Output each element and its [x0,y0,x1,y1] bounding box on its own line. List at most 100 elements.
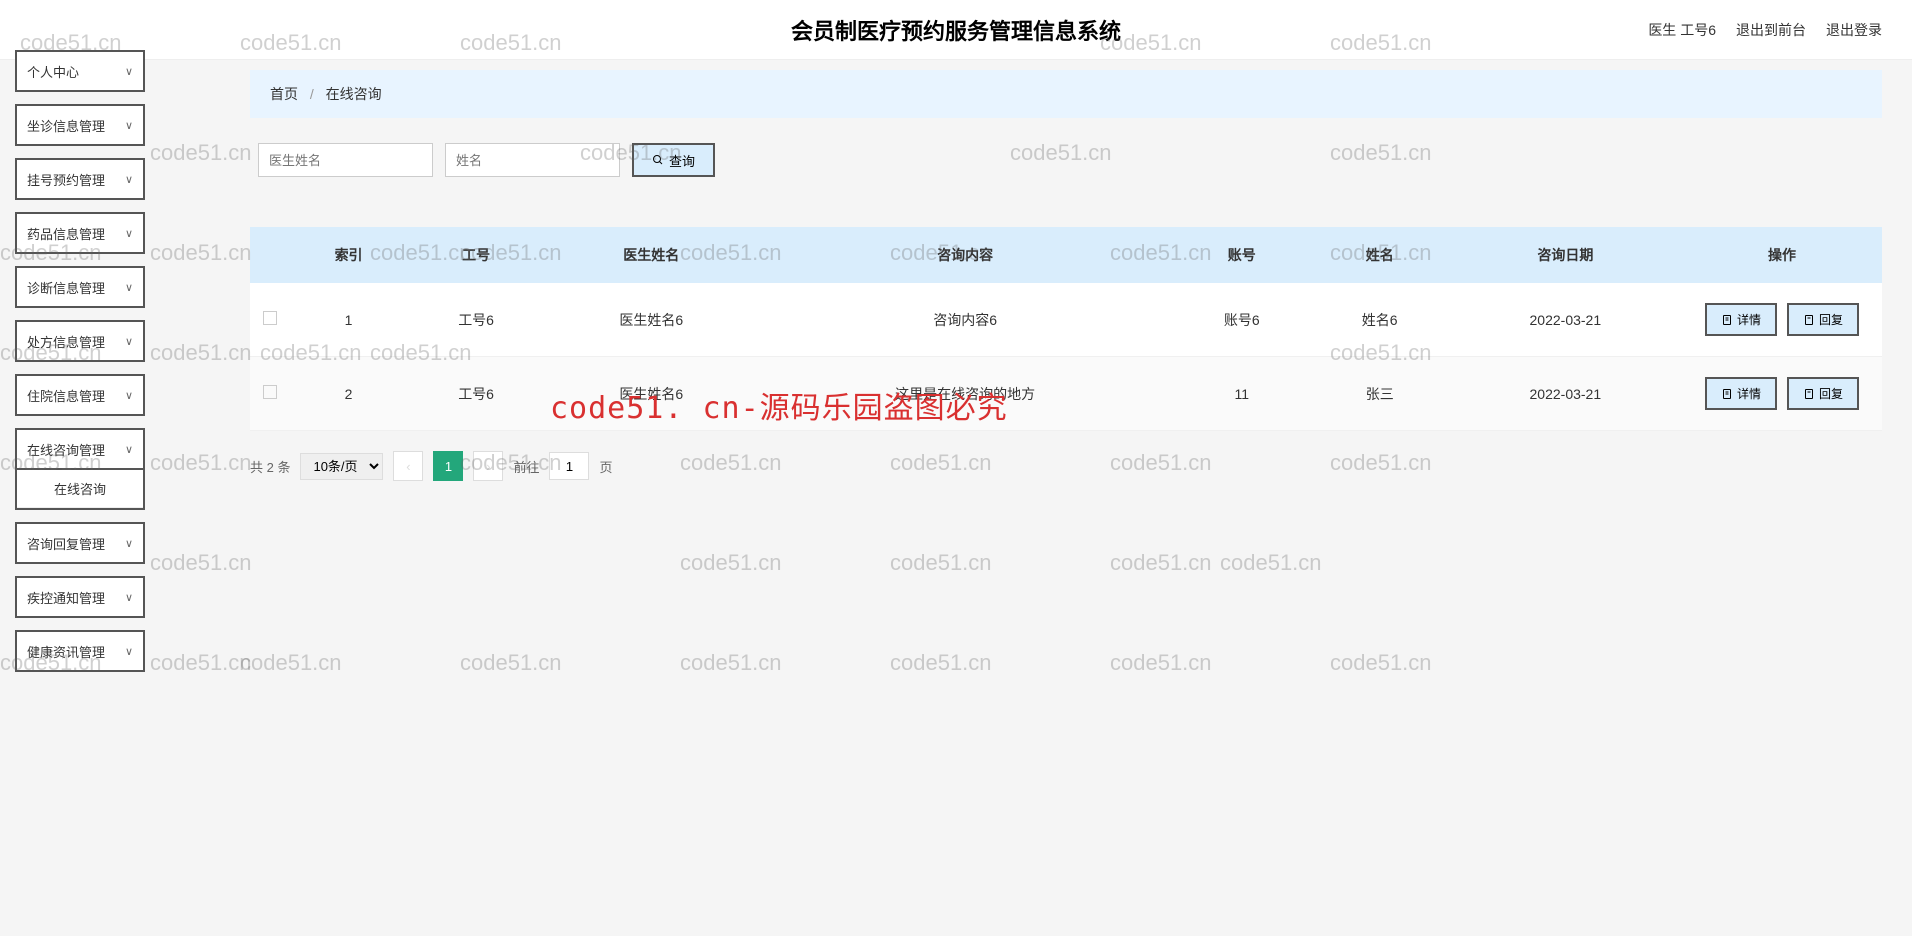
th-dname[interactable]: 医生姓名 [545,227,757,283]
filter-doctor-name[interactable] [258,143,433,177]
cell-content: 这里是在线咨询的地方 [758,357,1173,431]
reply-icon [1803,314,1815,326]
header: 会员制医疗预约服务管理信息系统 医生 工号6 退出到前台 退出登录 [0,0,1912,60]
sidebar-label: 个人中心 [27,62,79,81]
pagination: 共 2 条 10条/页 ‹ 1 › 前往 页 [250,451,1882,481]
search-button[interactable]: 查询 [632,143,715,177]
sidebar-subitem-zixun[interactable]: 在线咨询 [17,470,143,508]
page-goto-suffix: 页 [599,457,612,476]
sidebar-label: 药品信息管理 [27,224,105,243]
sidebar-item-chufang[interactable]: 处方信息管理 ∨ [15,320,145,362]
watermark: code51.cn [1330,650,1432,676]
page-size-select[interactable]: 10条/页 [300,453,383,480]
chevron-down-icon: ∨ [125,65,133,78]
table-row[interactable]: 1 工号6 医生姓名6 咨询内容6 账号6 姓名6 2022-03-21 详情 … [250,283,1882,357]
sidebar-label: 疾控通知管理 [27,588,105,607]
watermark: code51.cn [150,550,252,576]
btn-exit-front[interactable]: 退出到前台 [1736,20,1806,40]
watermark: code51.cn [680,650,782,676]
sidebar-item-personal[interactable]: 个人中心 ∨ [15,50,145,92]
breadcrumb-current: 在线咨询 [326,86,382,102]
btn-detail[interactable]: 详情 [1705,377,1777,410]
page-next[interactable]: › [473,451,503,481]
sidebar-item-guahao[interactable]: 挂号预约管理 ∨ [15,158,145,200]
sidebar-item-zhenduan[interactable]: 诊断信息管理 ∨ [15,266,145,308]
sidebar-submenu: 在线咨询 [15,470,145,510]
page-1[interactable]: 1 [433,451,463,481]
row-checkbox[interactable] [263,311,277,325]
breadcrumb-home[interactable]: 首页 [270,86,298,102]
filter-name[interactable] [445,143,620,177]
page-goto-prefix: 前往 [513,457,539,476]
watermark: code51.cn [1110,650,1212,676]
th-gh[interactable]: 工号 [407,227,545,283]
page-prev[interactable]: ‹ [393,451,423,481]
th-acct[interactable]: 账号 [1173,227,1311,283]
sidebar-label: 处方信息管理 [27,332,105,351]
page-goto-input[interactable] [549,452,589,480]
cell-date: 2022-03-21 [1449,283,1682,357]
watermark: code51.cn [240,650,342,676]
watermark: code51.cn [890,550,992,576]
table-header: 索引 工号 医生姓名 咨询内容 账号 姓名 咨询日期 操作 [250,227,1882,283]
chevron-down-icon: ∨ [125,591,133,604]
th-actions: 操作 [1682,227,1882,283]
sidebar-label: 坐诊信息管理 [27,116,105,135]
chevron-down-icon: ∨ [125,335,133,348]
filter-bar: 查询 [250,143,1882,177]
cell-idx: 2 [290,357,407,431]
btn-reply[interactable]: 回复 [1787,303,1859,336]
sidebar-item-zuozhen[interactable]: 坐诊信息管理∨ [15,104,145,146]
btn-detail[interactable]: 详情 [1705,303,1777,336]
sidebar-item-jiankang[interactable]: 健康资讯管理∨ [15,630,145,672]
btn-logout[interactable]: 退出登录 [1826,20,1882,40]
watermark: code51.cn [1220,550,1322,576]
header-actions: 医生 工号6 退出到前台 退出登录 [1648,20,1882,40]
row-checkbox[interactable] [263,385,277,399]
watermark: code51.cn [1110,550,1212,576]
sidebar-label: 住院信息管理 [27,386,105,405]
cell-name: 张三 [1311,357,1449,431]
cell-name: 姓名6 [1311,283,1449,357]
main-content: 首页 / 在线咨询 查询 索引 工号 医生姓名 咨询内容 账号 姓名 咨询日期 … [250,60,1882,481]
table-body: 1 工号6 医生姓名6 咨询内容6 账号6 姓名6 2022-03-21 详情 … [250,283,1882,431]
th-content[interactable]: 咨询内容 [758,227,1173,283]
app-title: 会员制医疗预约服务管理信息系统 [791,14,1121,46]
sidebar-item-zixun[interactable]: 在线咨询管理 ∨ [15,428,145,470]
watermark: code51.cn [150,450,252,476]
table-row[interactable]: 2 工号6 医生姓名6 这里是在线咨询的地方 11 张三 2022-03-21 … [250,357,1882,431]
sidebar-label: 健康资讯管理 [27,642,105,661]
sidebar-sublabel: 在线咨询 [54,479,106,498]
cell-dname: 医生姓名6 [545,357,757,431]
watermark: code51.cn [150,340,252,366]
watermark: code51.cn [150,140,252,166]
chevron-down-icon: ∨ [125,389,133,402]
sidebar-item-huifu[interactable]: 咨询回复管理∨ [15,522,145,564]
sidebar-label: 挂号预约管理 [27,170,105,189]
chevron-down-icon: ∨ [125,537,133,550]
document-icon [1721,388,1733,400]
chevron-down-icon: ∨ [125,227,133,240]
reply-icon [1803,388,1815,400]
cell-gh: 工号6 [407,357,545,431]
th-index[interactable]: 索引 [290,227,407,283]
chevron-down-icon: ∨ [125,281,133,294]
sidebar-label: 诊断信息管理 [27,278,105,297]
th-date[interactable]: 咨询日期 [1449,227,1682,283]
btn-reply[interactable]: 回复 [1787,377,1859,410]
search-label: 查询 [669,151,695,170]
sidebar-item-jikong[interactable]: 疾控通知管理 ∨ [15,576,145,618]
cell-acct: 11 [1173,357,1311,431]
chevron-down-icon: ∨ [125,173,133,186]
breadcrumb: 首页 / 在线咨询 [250,70,1882,118]
user-label[interactable]: 医生 工号6 [1648,20,1716,40]
sidebar-item-yaopin[interactable]: 药品信息管理 ∨ [15,212,145,254]
cell-gh: 工号6 [407,283,545,357]
sidebar-label: 在线咨询管理 [27,440,105,459]
page-total: 共 2 条 [250,457,290,476]
cell-acct: 账号6 [1173,283,1311,357]
th-name[interactable]: 姓名 [1311,227,1449,283]
chevron-down-icon: ∨ [125,443,133,456]
sidebar-item-zhuyuan[interactable]: 住院信息管理 ∨ [15,374,145,416]
cell-dname: 医生姓名6 [545,283,757,357]
